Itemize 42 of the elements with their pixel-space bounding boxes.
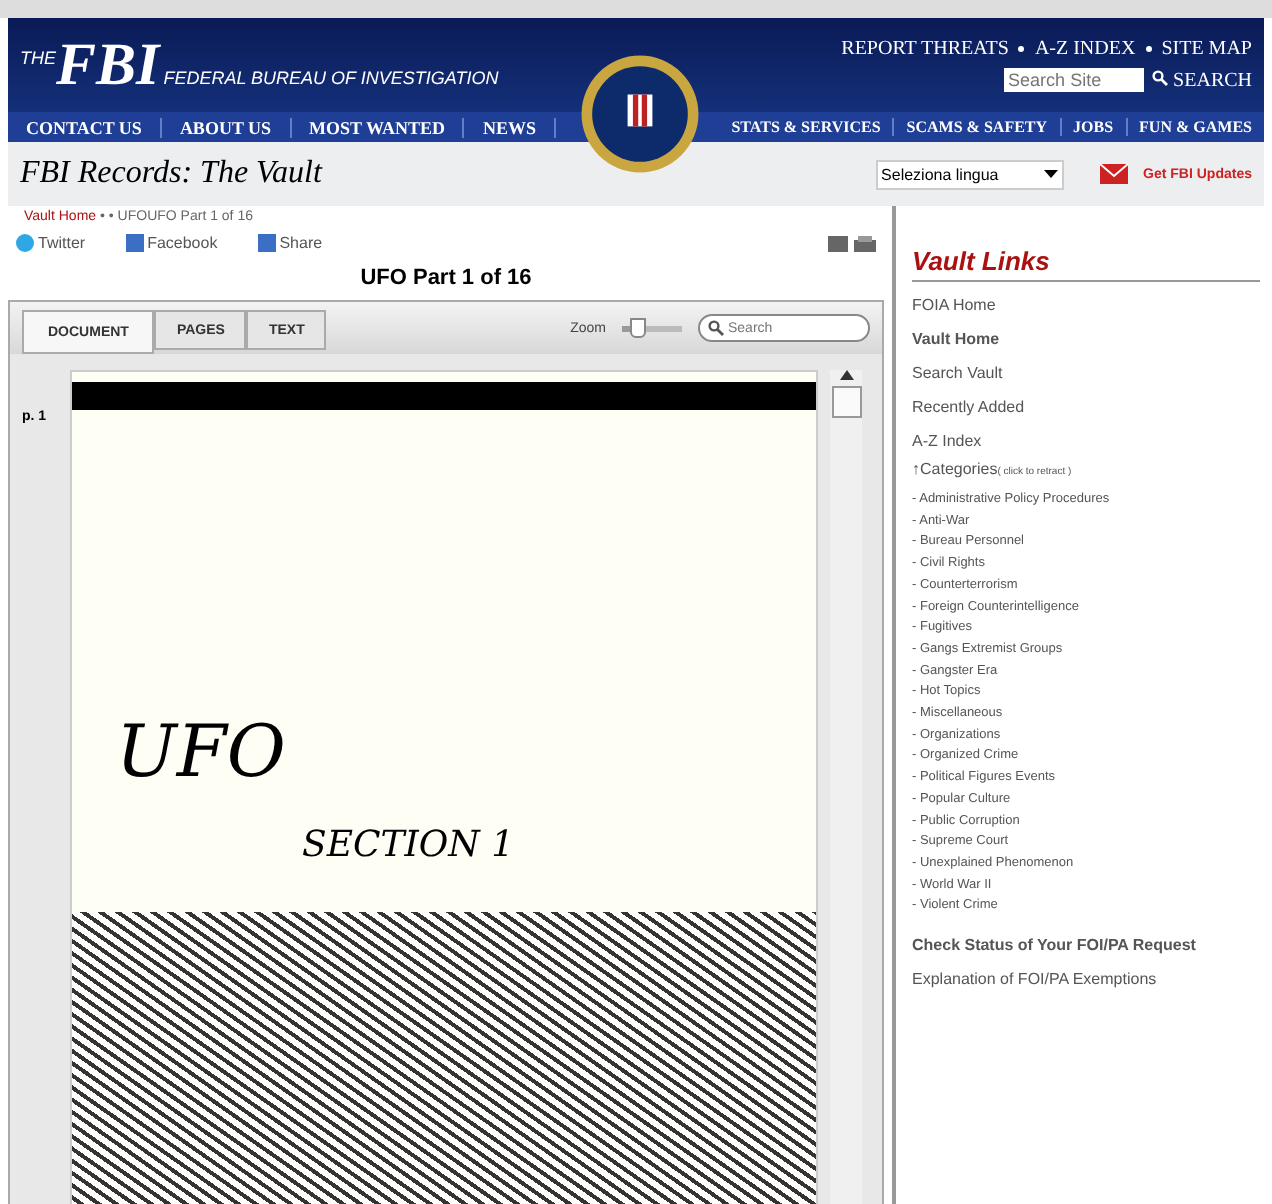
sidebar-link[interactable]: Recently Added <box>912 398 1260 416</box>
nav-link[interactable]: JOBS <box>1061 118 1128 136</box>
scrollbar-thumb[interactable] <box>831 386 861 418</box>
search-field[interactable]: Search Site <box>1004 68 1145 92</box>
handwritten-text: SECTION 1 <box>302 824 515 866</box>
envelope-icon <box>1099 164 1128 184</box>
nav-link[interactable]: STATS & SERVICES <box>719 118 895 136</box>
header-link[interactable]: REPORT THREATS <box>841 38 1009 60</box>
sidebar-link[interactable]: Explanation of FOI/PA Exemptions <box>912 970 1260 989</box>
share-link[interactable]: Twitter <box>16 234 86 252</box>
language-dropdown[interactable]: Seleziona lingua <box>875 159 1064 189</box>
header-link[interactable]: SITE MAP <box>1161 38 1252 60</box>
nav-link[interactable]: NEWS <box>464 117 556 137</box>
logo-text: FBI <box>56 35 160 95</box>
sidebar-title: Vault Links <box>912 246 1260 282</box>
header-link[interactable]: A-Z INDEX <box>1034 38 1136 60</box>
logo-text: THE <box>20 47 56 67</box>
scroll-up-icon[interactable] <box>839 370 853 380</box>
sidebar-link[interactable]: Search Vault <box>912 364 1260 382</box>
sidebar-link[interactable]: A-Z Index <box>912 432 1260 450</box>
scrollbar[interactable] <box>830 370 862 1204</box>
search-icon <box>1152 69 1169 85</box>
share-link[interactable]: Share <box>257 234 323 252</box>
sidebar-link[interactable]: Check Status of Your FOI/PA Request <box>912 936 1260 955</box>
separator-dot-icon <box>1145 46 1152 52</box>
categories-toggle[interactable]: ↑Categories <box>912 460 998 478</box>
sidebar-link[interactable]: FOIA Home <box>912 296 1260 314</box>
nav-link[interactable]: FUN & GAMES <box>1127 118 1264 136</box>
nav-link[interactable]: SCAMS & SAFETY <box>894 118 1062 136</box>
nav-link[interactable]: ABOUT US <box>161 117 292 137</box>
share-link[interactable]: Facebook <box>125 234 218 252</box>
page-title: FBI Records: The Vault <box>20 156 322 192</box>
nav-link[interactable]: CONTACT US <box>8 117 162 137</box>
agency-name: FEDERAL BUREAU OF INVESTIGATION <box>163 67 499 87</box>
caret-icon <box>1043 170 1058 178</box>
handwritten-text: UFO <box>116 712 286 794</box>
email-print-icon[interactable] <box>828 235 876 251</box>
document-title: UFO Part 1 of 16 <box>358 266 534 290</box>
separator-dot-icon <box>1018 46 1025 52</box>
nav-link[interactable]: MOST WANTED <box>291 117 465 137</box>
search-button[interactable]: SEARCH <box>1152 69 1252 91</box>
sidebar-link[interactable]: Vault Home <box>912 330 1260 348</box>
